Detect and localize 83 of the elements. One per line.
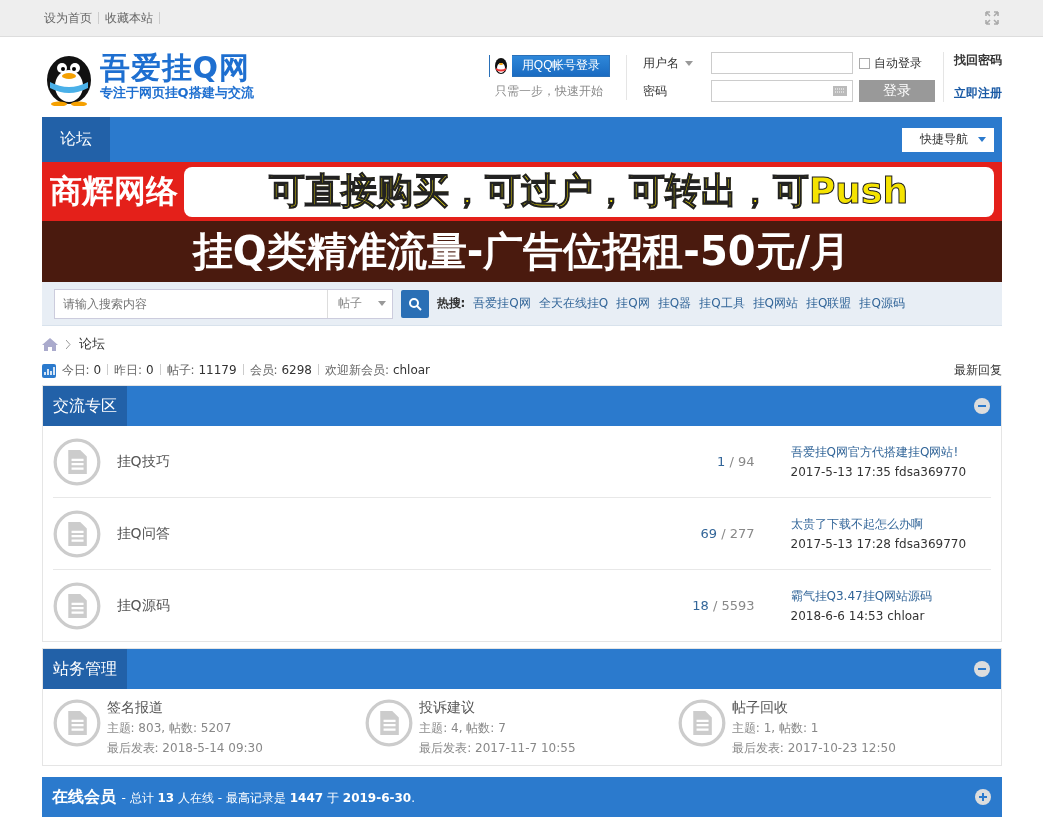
stat-item: 今日: 0	[61, 362, 101, 379]
fullscreen-icon[interactable]	[985, 11, 999, 25]
forum-name-link[interactable]: 挂Q技巧	[116, 452, 619, 471]
stat-item: 昨日: 0	[107, 362, 154, 379]
hot-search-link[interactable]: 挂Q网站	[752, 295, 799, 312]
collapse-icon[interactable]	[972, 660, 991, 678]
online-summary: - 总计 13 人在线 - 最高记录是 1447 于 2019-6-30.	[121, 790, 416, 805]
auto-login-checkbox[interactable]	[858, 57, 870, 69]
search-icon	[407, 296, 422, 311]
forum-name-link[interactable]: 投诉建议	[419, 699, 576, 717]
forum-counts: 主题: 4, 帖数: 7	[419, 720, 507, 737]
forum-name-link[interactable]: 帖子回收	[731, 699, 896, 717]
document-icon	[365, 699, 414, 747]
chevron-icon	[65, 339, 71, 349]
forum-last-post: 最后发表: 2017-10-23 12:50	[731, 740, 896, 757]
section-title[interactable]: 交流专区	[42, 386, 127, 426]
stat-item: 帖子: 11179	[159, 362, 237, 379]
nav-tab[interactable]: 论坛	[41, 117, 110, 162]
hot-search-link[interactable]: 挂Q器	[657, 295, 692, 312]
caret-icon	[377, 301, 386, 306]
ad-slogan: 可直接购买，可过户，可转出，可Push	[183, 166, 994, 217]
forum-name-link[interactable]: 签名报道	[106, 699, 263, 717]
auto-login-label: 自动登录	[873, 54, 922, 72]
search-button[interactable]	[400, 289, 429, 318]
section-title[interactable]: 站务管理	[42, 649, 127, 689]
hot-search-link[interactable]: 挂Q网	[616, 295, 650, 312]
username-field[interactable]	[710, 52, 853, 74]
register-link[interactable]: 立即注册	[953, 85, 1002, 102]
caret-icon	[684, 60, 693, 66]
thread-post-count: 1 / 94	[716, 454, 756, 469]
top-link[interactable]: 收藏本站	[99, 12, 160, 24]
hot-search-link[interactable]: 挂Q工具	[699, 295, 745, 312]
hot-search-link[interactable]: 全天在线挂Q	[538, 295, 609, 312]
last-post-meta: 2017-5-13 17:28 fdsa369770	[790, 537, 968, 551]
last-post-meta: 2018-6-6 14:53 chloar	[790, 609, 926, 623]
hot-search-label: 热搜:	[436, 295, 466, 312]
quick-nav-button[interactable]: 快捷导航	[901, 127, 994, 152]
last-post-link[interactable]: 霸气挂Q3.47挂Q网站源码	[790, 588, 991, 605]
hot-search-link[interactable]: 吾爱挂Q网	[473, 295, 531, 312]
stat-item: 会员: 6298	[242, 362, 312, 379]
forum-last-post: 最后发表: 2017-11-7 10:55	[419, 740, 576, 757]
document-icon	[52, 437, 101, 486]
document-icon	[52, 509, 101, 558]
document-icon	[677, 699, 726, 747]
breadcrumb-link[interactable]: 论坛	[78, 335, 105, 353]
bar-chart-icon	[41, 363, 56, 378]
site-title: 吾爱挂Q网	[99, 52, 251, 84]
home-icon[interactable]	[41, 337, 58, 351]
thread-post-count: 18 / 5593	[691, 598, 756, 613]
site-slogan: 专注于网页挂Q搭建与交流	[99, 84, 254, 102]
search-field[interactable]: 请输入搜索内容 帖子	[53, 288, 393, 319]
ad-brand: 商辉网络	[49, 170, 178, 212]
ad-banner-top[interactable]: 商辉网络 可直接购买，可过户，可转出，可Push	[41, 162, 1002, 221]
forgot-password-link[interactable]: 找回密码	[953, 52, 1002, 69]
caret-icon	[977, 137, 986, 142]
forum-counts: 主题: 1, 帖数: 1	[731, 720, 820, 737]
hot-search-link[interactable]: 挂Q源码	[859, 295, 905, 312]
last-post-link[interactable]: 太贵了下载不起怎么办啊	[790, 516, 991, 533]
thread-post-count: 69 / 277	[699, 526, 756, 541]
last-post-link[interactable]: 吾爱挂Q网官方代搭建挂Q网站!	[790, 444, 991, 461]
penguin-icon	[492, 56, 509, 75]
top-link[interactable]: 设为首页	[44, 12, 99, 24]
qq-login-hint: 只需一步，快速开始	[495, 82, 604, 100]
username-label[interactable]: 用户名	[642, 54, 707, 72]
search-scope-dropdown[interactable]: 帖子	[326, 289, 392, 318]
document-icon	[52, 699, 101, 747]
last-post-meta: 2017-5-13 17:35 fdsa369770	[790, 465, 968, 479]
forum-counts: 主题: 803, 帖数: 5207	[106, 720, 233, 737]
forum-name-link[interactable]: 挂Q问答	[116, 524, 619, 543]
latest-replies-link[interactable]: 最新回复	[953, 362, 1002, 379]
expand-icon[interactable]	[973, 788, 992, 806]
hot-search-link[interactable]: 挂Q联盟	[806, 295, 852, 312]
password-field[interactable]	[710, 80, 853, 102]
forum-name-link[interactable]: 挂Q源码	[116, 596, 619, 615]
stat-item: 欢迎新会员: chloar	[318, 362, 431, 379]
password-label: 密码	[642, 82, 668, 100]
qq-login-button[interactable]: 用QQ帐号登录	[488, 54, 610, 77]
keyboard-icon[interactable]	[832, 86, 847, 96]
online-members-title[interactable]: 在线会员	[51, 786, 116, 806]
forum-last-post: 最后发表: 2018-5-14 09:30	[106, 740, 263, 757]
document-icon	[52, 581, 101, 630]
ad-banner-offer[interactable]: 挂Q类精准流量-广告位招租-50元/月	[41, 221, 1002, 282]
collapse-icon[interactable]	[972, 397, 991, 415]
